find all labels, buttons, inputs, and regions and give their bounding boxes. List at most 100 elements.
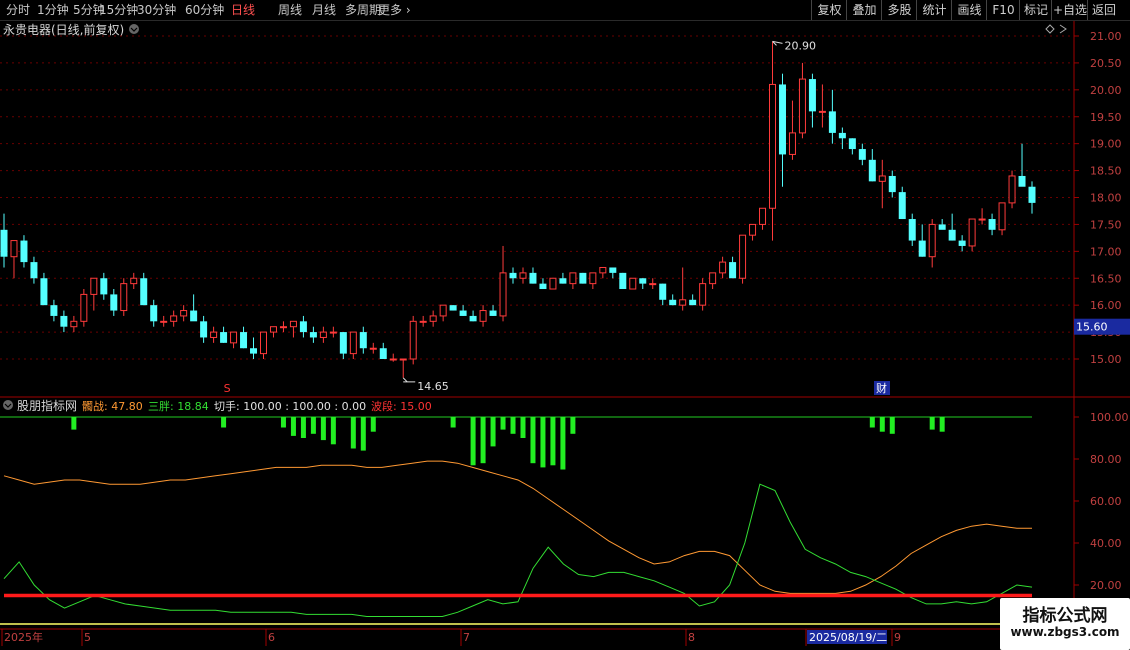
- indicator-axis-label: 40.00: [1090, 537, 1122, 550]
- candle-body-down: [50, 305, 58, 316]
- price-label: 20.00: [1090, 84, 1122, 97]
- candle-body-down: [689, 299, 697, 306]
- price-label: 18.50: [1090, 165, 1122, 178]
- watermark-url: www.zbgs3.com: [1010, 625, 1120, 639]
- indicator-bar: [221, 417, 227, 428]
- indicator-axis-label: 20.00: [1090, 579, 1122, 592]
- indicator-bar: [330, 417, 336, 445]
- candle-body-down: [449, 305, 457, 311]
- candle-body-down: [948, 229, 956, 241]
- price-label: 21.00: [1090, 30, 1122, 43]
- candle-body-down: [220, 332, 228, 343]
- indicator-bar: [280, 417, 286, 428]
- candle-body-up: [928, 223, 936, 258]
- indicator-bar: [560, 417, 566, 470]
- candle-body-down: [958, 240, 966, 246]
- price-label: 16.50: [1090, 272, 1122, 285]
- finance-marker: 财: [876, 381, 887, 395]
- indicator-axis-label: 100.00: [1090, 411, 1129, 424]
- indicator-bar: [290, 417, 296, 436]
- candle-body-up: [978, 218, 986, 221]
- candle-body-down: [669, 299, 677, 306]
- indicator-bar: [320, 417, 326, 441]
- candle-body-down: [908, 219, 916, 241]
- candle-body-up: [968, 218, 976, 247]
- low-price-label: 14.65: [417, 380, 449, 393]
- candle-body-down: [559, 278, 567, 284]
- chevron-right-icon[interactable]: [1059, 24, 1067, 34]
- candle-body-down: [619, 272, 627, 290]
- candle-body-up: [549, 277, 557, 290]
- candle-body-down: [639, 278, 647, 284]
- candle-body-down: [778, 84, 786, 155]
- title-dropdown-icon[interactable]: [129, 24, 139, 34]
- candle-body-down: [539, 283, 547, 290]
- candle-body-up: [749, 223, 757, 236]
- indicator-bar: [350, 417, 356, 449]
- candle-body-up: [699, 283, 707, 306]
- candle-body-up: [1008, 175, 1016, 204]
- price-label: 16.00: [1090, 299, 1122, 312]
- candle-body-down: [579, 272, 587, 284]
- candle-body-down: [150, 305, 158, 322]
- candle-body-up: [80, 293, 88, 322]
- signal-marker-s: S: [224, 382, 231, 395]
- candle-body-down: [359, 332, 367, 349]
- indicator-bar: [470, 417, 476, 466]
- candle-body-down: [858, 149, 866, 160]
- candle-body-up: [389, 358, 397, 361]
- candle-body-up: [998, 202, 1006, 231]
- date-label: 9: [894, 631, 901, 644]
- candle-body-down: [459, 310, 467, 316]
- indicator-name: 股朋指标网: [17, 398, 77, 413]
- candle-body-up: [180, 310, 188, 317]
- candle-body-up: [269, 326, 277, 333]
- candle-body-down: [1028, 186, 1036, 203]
- candle-body-down: [299, 321, 307, 333]
- candle-body-up: [878, 175, 886, 182]
- candle-body-down: [729, 262, 737, 279]
- indicator-bar: [500, 417, 506, 430]
- candle-body-up: [599, 266, 607, 274]
- date-label: 6: [268, 631, 275, 644]
- candle-body-up: [329, 331, 337, 334]
- candle-body-up: [589, 272, 597, 285]
- diamond-icon[interactable]: [1045, 24, 1055, 34]
- candle-body-up: [419, 320, 427, 323]
- candle-body-down: [100, 278, 108, 295]
- date-label: 2025年: [4, 630, 43, 644]
- candle-body-up: [479, 310, 487, 322]
- candle-body-up: [409, 320, 417, 360]
- candle-body-up: [369, 347, 377, 350]
- indicator-bar: [510, 417, 516, 434]
- indicator-value-2: 切手: 100.00 : 100.00 : 0.00: [214, 399, 366, 413]
- candle-body-up: [130, 277, 138, 285]
- price-label: 17.00: [1090, 245, 1122, 258]
- date-label-highlight: 2025/08/19/二: [809, 631, 887, 644]
- candle-body-down: [469, 315, 477, 322]
- indicator-bar: [360, 417, 366, 451]
- date-label: 5: [84, 631, 91, 644]
- indicator-bar: [490, 417, 496, 447]
- indicator-bar: [450, 417, 456, 428]
- candle-body-up: [279, 326, 287, 329]
- watermark-logo: 指标公式网 www.zbgs3.com: [1000, 598, 1130, 650]
- candle-body-down: [190, 310, 198, 322]
- indicator-dropdown-icon[interactable]: [3, 400, 13, 410]
- high-price-label: 20.90: [785, 39, 817, 52]
- indicator-bar: [300, 417, 306, 438]
- candle-body-up: [649, 283, 657, 286]
- candle-body-down: [848, 138, 856, 150]
- candle-body-down: [110, 294, 118, 311]
- candle-body-up: [788, 132, 796, 155]
- candle-body-down: [140, 278, 148, 306]
- candle-body-down: [888, 175, 896, 193]
- candle-body-down: [1018, 175, 1026, 187]
- candle-body-down: [898, 192, 906, 220]
- candle-body-up: [499, 272, 507, 317]
- candle-body-down: [0, 229, 8, 257]
- candle-body-down: [489, 310, 497, 316]
- indicator-bar: [550, 417, 556, 466]
- indicator-bar: [570, 417, 576, 434]
- indicator-bar: [530, 417, 536, 464]
